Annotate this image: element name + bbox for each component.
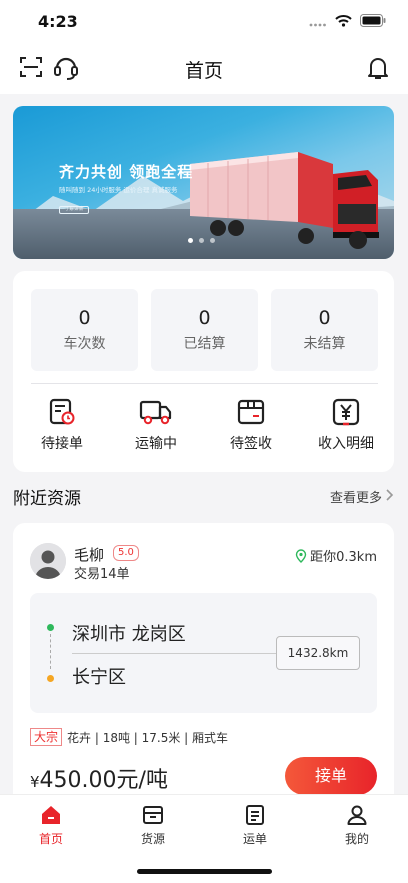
tab-home[interactable]: 首页 [11,803,91,847]
tab-label: 货源 [140,832,165,846]
cargo-row: 大宗 花卉 | 18吨 | 17.5米 | 厢式车 [30,728,228,746]
stat-label: 已结算 [183,336,226,352]
action-income-detail[interactable]: 收入明细 [311,397,381,453]
rating-badge: 5.0 [113,545,139,561]
promo-banner[interactable]: 齐力共创 领跑全程 随叫随到 24小时服务 运价合理 真诚服务 了解详情 [13,106,394,259]
action-awaiting-sign[interactable]: 待签收 [216,397,286,453]
stat-label: 车次数 [63,336,106,352]
order-pending-icon [49,398,75,425]
stats-card: 0 车次数 0 已结算 0 未结算 待接单 运输中 待签收 收入明细 [13,271,394,472]
wifi-icon [335,14,352,27]
status-icons [309,14,386,27]
resource-card[interactable]: 毛柳 5.0 交易14单 距你0.3km 深圳市 龙岗区 长宁区 1432.8k… [13,523,394,813]
origin-dot [47,624,54,631]
tab-label: 运单 [242,832,267,846]
page-title: 首页 [184,60,223,82]
action-label: 收入明细 [318,436,374,452]
route-box: 深圳市 龙岗区 长宁区 1432.8km [30,593,377,713]
route-destination: 长宁区 [72,667,126,688]
stat-unsettled[interactable]: 0 未结算 [271,289,378,371]
section-title: 附近资源 [13,489,81,509]
truck-icon [139,400,172,425]
action-label: 运输中 [135,436,177,452]
bell-icon[interactable] [366,55,390,81]
trade-count: 交易14单 [74,567,130,582]
accept-order-button[interactable]: 接单 [285,757,377,795]
route-origin: 深圳市 龙岗区 [72,624,186,645]
chevron-right-icon[interactable] [385,488,394,502]
tab-cargo[interactable]: 货源 [113,803,193,847]
action-label: 待接单 [41,436,83,452]
status-bar: 4:23 [0,0,408,44]
home-indicator [137,869,272,874]
carousel-dot[interactable] [188,238,193,243]
stat-value: 0 [198,307,211,329]
stat-trips[interactable]: 0 车次数 [31,289,138,371]
stat-value: 0 [78,307,91,329]
price-value: 450.00元/吨 [39,768,168,793]
home-icon [42,806,60,824]
view-more-link[interactable]: 查看更多 [330,487,382,506]
status-time: 4:23 [38,12,78,31]
stat-settled[interactable]: 0 已结算 [151,289,258,371]
carousel-dot[interactable] [210,238,215,243]
route-divider [72,653,302,654]
cargo-tag: 大宗 [30,728,63,746]
location-pin-icon [295,548,307,563]
price: ¥450.00元/吨 [30,762,168,794]
avatar [30,543,66,579]
inbox-icon [143,806,163,824]
carousel-dots [188,238,215,243]
user-avatar-icon [30,543,66,579]
cargo-info: 花卉 | 18吨 | 17.5米 | 厢式车 [67,730,229,745]
stat-label: 未结算 [303,336,346,352]
route-connector [50,634,51,669]
tab-profile[interactable]: 我的 [317,803,397,847]
action-pending-orders[interactable]: 待接单 [27,397,97,453]
action-in-transit[interactable]: 运输中 [121,397,191,453]
banner-button[interactable]: 了解详情 [59,206,89,214]
route-distance: 1432.8km [276,636,360,670]
top-nav: 首页 [0,44,408,94]
truck-image [190,152,379,249]
user-name: 毛柳 [74,546,105,564]
banner-title: 齐力共创 领跑全程 [59,163,194,181]
distance-text: 距你0.3km [310,550,377,565]
tab-label: 我的 [344,832,369,846]
carousel-dot[interactable] [199,238,204,243]
tab-label: 首页 [38,832,63,846]
distance-info: 距你0.3km [295,546,377,565]
destination-dot [47,675,54,682]
signal-icon [309,23,326,26]
stat-value: 0 [318,307,331,329]
box-icon [237,399,265,425]
user-icon [347,805,367,825]
banner-subtitle: 随叫随到 24小时服务 运价合理 真诚服务 [59,186,178,194]
document-icon [246,805,264,825]
battery-icon [360,14,386,27]
divider [31,383,378,384]
nearby-section-header: 附近资源 查看更多 [13,484,394,509]
tab-waybill[interactable]: 运单 [215,803,295,847]
currency-symbol: ¥ [30,773,40,791]
yuan-receipt-icon [332,398,360,426]
action-label: 待签收 [230,436,272,452]
